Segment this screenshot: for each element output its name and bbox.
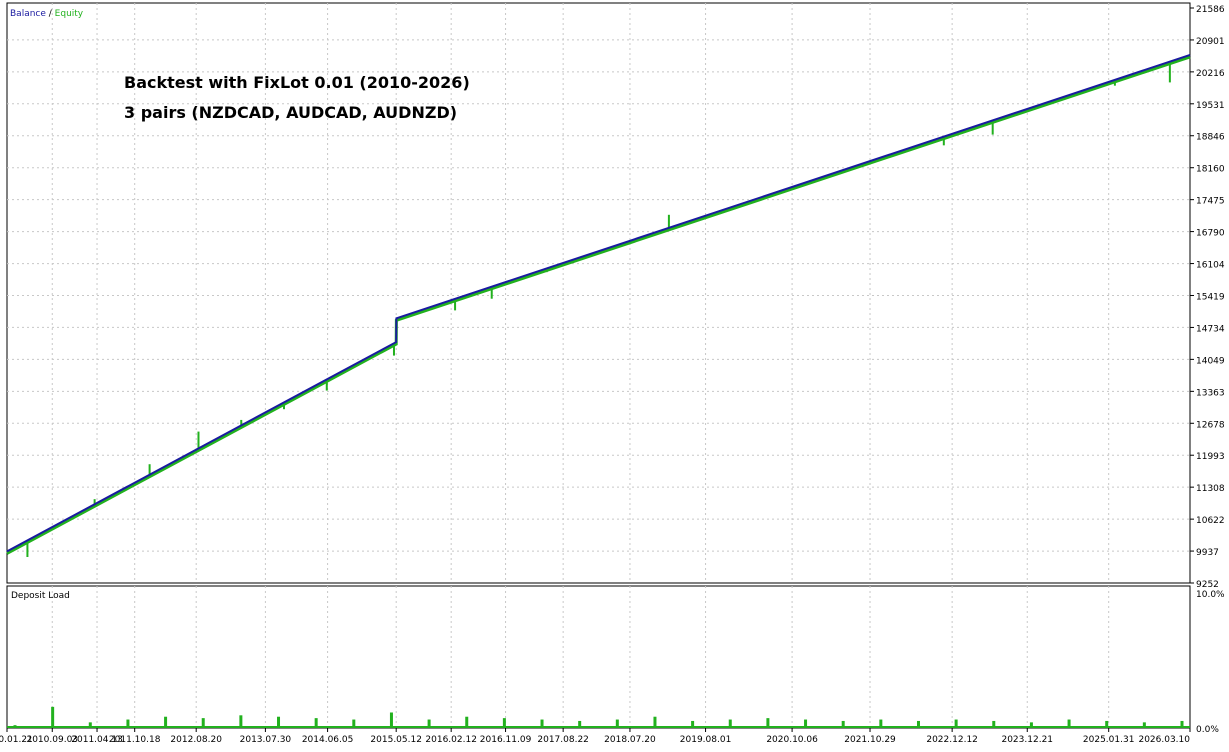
y-tick-label: 14049	[1196, 356, 1225, 366]
x-tick-label: 2016.11.09	[480, 735, 532, 745]
x-tick-label: 2016.02.12	[425, 735, 477, 745]
x-tick-label: 2026.03.10	[1138, 735, 1190, 745]
x-tick-label: 2022.12.12	[926, 735, 978, 745]
legend-entry-balance: Balance	[10, 9, 46, 19]
y-tick-label: 9937	[1196, 548, 1219, 558]
y-tick-label: 15419	[1196, 293, 1225, 303]
y-tick-label: 18846	[1196, 133, 1225, 143]
y-tick-label: 19531	[1196, 101, 1225, 111]
y-tick-label: 11993	[1196, 452, 1225, 462]
x-tick-label: 2020.10.06	[766, 735, 818, 745]
y-tick-label: 11308	[1196, 484, 1225, 494]
y-tick-label: 13363	[1196, 388, 1225, 398]
deposit-load-title: Deposit Load	[11, 591, 70, 601]
y-tick-label: 17475	[1196, 197, 1225, 207]
y-tick-label: 9252	[1196, 580, 1219, 590]
y-tick-label: 10622	[1196, 516, 1225, 526]
x-tick-label: 2012.08.20	[170, 735, 222, 745]
y-tick-label: 16790	[1196, 229, 1225, 239]
deposit-y-tick-label: 10.0%	[1196, 590, 1225, 600]
deposit-load-bar	[389, 712, 393, 728]
backtest-chart: 2010.01.212010.09.032011.04.132011.10.18…	[0, 0, 1229, 748]
y-tick-label: 14734	[1196, 324, 1225, 334]
legend-separator: /	[46, 9, 55, 19]
x-tick-label: 2023.12.21	[1001, 735, 1053, 745]
annotation-line-2: 3 pairs (NZDCAD, AUDCAD, AUDNZD)	[124, 103, 458, 122]
x-tick-label: 2017.08.22	[537, 735, 589, 745]
y-tick-label: 16104	[1196, 261, 1225, 271]
y-tick-label: 12678	[1196, 420, 1225, 430]
y-tick-label: 20901	[1196, 37, 1225, 47]
legend-entry-equity: Equity	[55, 9, 84, 19]
deposit-panel-frame	[6, 585, 1191, 729]
y-tick-label: 21586	[1196, 5, 1225, 15]
x-tick-label: 2025.01.31	[1083, 735, 1135, 745]
x-tick-label: 2015.05.12	[370, 735, 422, 745]
x-tick-label: 2013.07.30	[240, 735, 292, 745]
deposit-load-bar	[51, 706, 55, 728]
x-tick-label: 2021.10.29	[844, 735, 896, 745]
y-tick-label: 20216	[1196, 69, 1225, 79]
y-tick-label: 18160	[1196, 165, 1225, 175]
x-tick-label: 2018.07.20	[604, 735, 656, 745]
annotation-line-1: Backtest with FixLot 0.01 (2010-2026)	[124, 73, 470, 92]
x-tick-label: 2011.10.18	[109, 735, 161, 745]
x-tick-label: 2014.06.05	[302, 735, 354, 745]
legend: Balance / Equity	[10, 9, 84, 19]
deposit-y-tick-label: 0.0%	[1196, 725, 1219, 735]
x-tick-label: 2019.08.01	[680, 735, 732, 745]
